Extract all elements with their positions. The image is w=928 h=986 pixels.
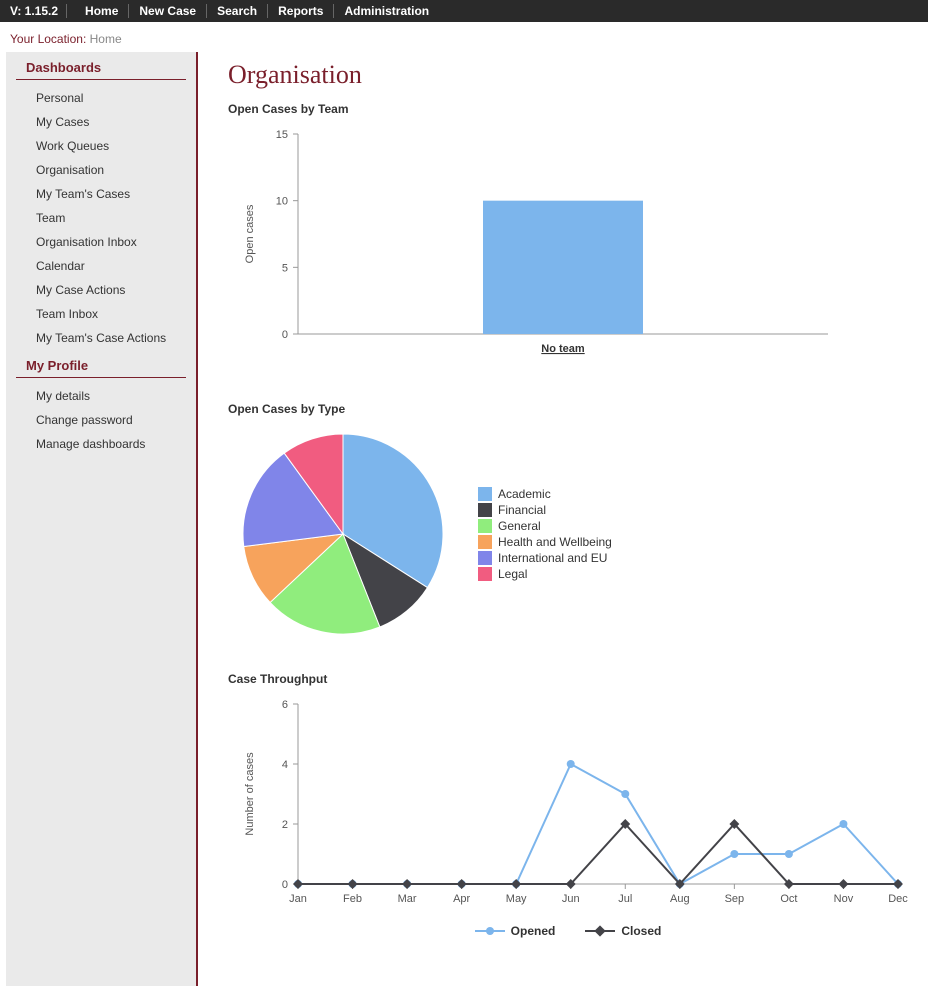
sidebar-item-my-teams-cases[interactable]: My Team's Cases (6, 182, 196, 206)
main-content: Organisation Open Cases by Team 051015Op… (198, 52, 928, 986)
nav-home[interactable]: Home (75, 4, 129, 18)
svg-text:No team: No team (541, 343, 585, 355)
chart-title-type: Open Cases by Type (228, 402, 908, 416)
sidebar-list-my-profile: My details Change password Manage dashbo… (6, 384, 196, 456)
svg-text:0: 0 (282, 329, 288, 341)
pie-chart-svg (228, 424, 458, 644)
svg-text:Sep: Sep (725, 893, 745, 905)
svg-text:4: 4 (282, 759, 288, 771)
svg-text:Feb: Feb (343, 893, 362, 905)
legend-legal[interactable]: Legal (478, 567, 612, 581)
chart-open-cases-by-type: Open Cases by Type Academic Financial Ge… (228, 402, 908, 644)
legend-health[interactable]: Health and Wellbeing (478, 535, 612, 549)
chart-open-cases-by-team: Open Cases by Team 0 5 10 15 Open cases No te… (228, 102, 908, 374)
sidebar-item-my-teams-case-actions[interactable]: My Team's Case Actions (6, 326, 196, 350)
svg-text:Nov: Nov (834, 893, 854, 905)
chart-title-throughput: Case Throughput (228, 672, 908, 686)
breadcrumb-location: Home (90, 32, 122, 46)
svg-text:May: May (506, 893, 527, 905)
pie-legend: Academic Financial General Health and We… (478, 485, 612, 583)
sidebar-item-organisation[interactable]: Organisation (6, 158, 196, 182)
top-navigation: V: 1.15.2 Home New Case Search Reports A… (0, 0, 928, 22)
svg-text:Oct: Oct (780, 893, 797, 905)
legend-financial[interactable]: Financial (478, 503, 612, 517)
sidebar-item-team[interactable]: Team (6, 206, 196, 230)
breadcrumb: Your Location: Home (0, 22, 928, 52)
svg-text:2: 2 (282, 819, 288, 831)
svg-text:Dec: Dec (888, 893, 908, 905)
sidebar-heading-dashboards: Dashboards (16, 52, 186, 80)
chart-title-team: Open Cases by Team (228, 102, 908, 116)
sidebar-heading-my-profile: My Profile (16, 350, 186, 378)
sidebar-item-personal[interactable]: Personal (6, 86, 196, 110)
nav-search[interactable]: Search (207, 4, 268, 18)
svg-text:Open cases: Open cases (244, 204, 256, 263)
legend-academic[interactable]: Academic (478, 487, 612, 501)
legend-closed[interactable]: Closed (585, 924, 661, 938)
line-chart-svg: 0 2 4 6 Jan Feb Mar Apr May Jun Jul Aug Sep Oct Nov Dec… (228, 694, 908, 914)
nav-new-case[interactable]: New Case (129, 4, 207, 18)
sidebar-item-manage-dashboards[interactable]: Manage dashboards (6, 432, 196, 456)
nav-reports[interactable]: Reports (268, 4, 334, 18)
legend-opened[interactable]: Opened (475, 924, 556, 938)
svg-text:15: 15 (276, 129, 288, 141)
svg-text:Jun: Jun (562, 893, 580, 905)
sidebar-item-work-queues[interactable]: Work Queues (6, 134, 196, 158)
svg-text:6: 6 (282, 699, 288, 711)
svg-text:Jan: Jan (289, 893, 307, 905)
sidebar-item-change-password[interactable]: Change password (6, 408, 196, 432)
svg-text:Aug: Aug (670, 893, 690, 905)
sidebar: Dashboards Personal My Cases Work Queues… (6, 52, 198, 986)
legend-intl[interactable]: International and EU (478, 551, 612, 565)
breadcrumb-label: Your Location: (10, 32, 86, 46)
svg-text:10: 10 (276, 196, 288, 208)
sidebar-item-my-details[interactable]: My details (6, 384, 196, 408)
sidebar-item-my-case-actions[interactable]: My Case Actions (6, 278, 196, 302)
page-title: Organisation (228, 60, 908, 90)
svg-text:Mar: Mar (398, 893, 417, 905)
legend-general[interactable]: General (478, 519, 612, 533)
bar-chart-svg: 0 5 10 15 Open cases No team (228, 124, 848, 374)
sidebar-list-dashboards: Personal My Cases Work Queues Organisati… (6, 86, 196, 350)
version-label: V: 1.15.2 (10, 4, 67, 18)
svg-text:Number of cases: Number of cases (244, 752, 256, 836)
chart-case-throughput: Case Throughput 0 2 4 6 Jan Feb Mar Apr May Jun Ju… (228, 672, 908, 938)
sidebar-item-team-inbox[interactable]: Team Inbox (6, 302, 196, 326)
sidebar-item-my-cases[interactable]: My Cases (6, 110, 196, 134)
svg-text:Apr: Apr (453, 893, 470, 905)
svg-text:0: 0 (282, 879, 288, 891)
svg-text:5: 5 (282, 262, 288, 274)
svg-text:Jul: Jul (618, 893, 632, 905)
nav-administration[interactable]: Administration (334, 4, 439, 18)
sidebar-item-organisation-inbox[interactable]: Organisation Inbox (6, 230, 196, 254)
sidebar-item-calendar[interactable]: Calendar (6, 254, 196, 278)
line-legend: Opened Closed (228, 924, 908, 938)
